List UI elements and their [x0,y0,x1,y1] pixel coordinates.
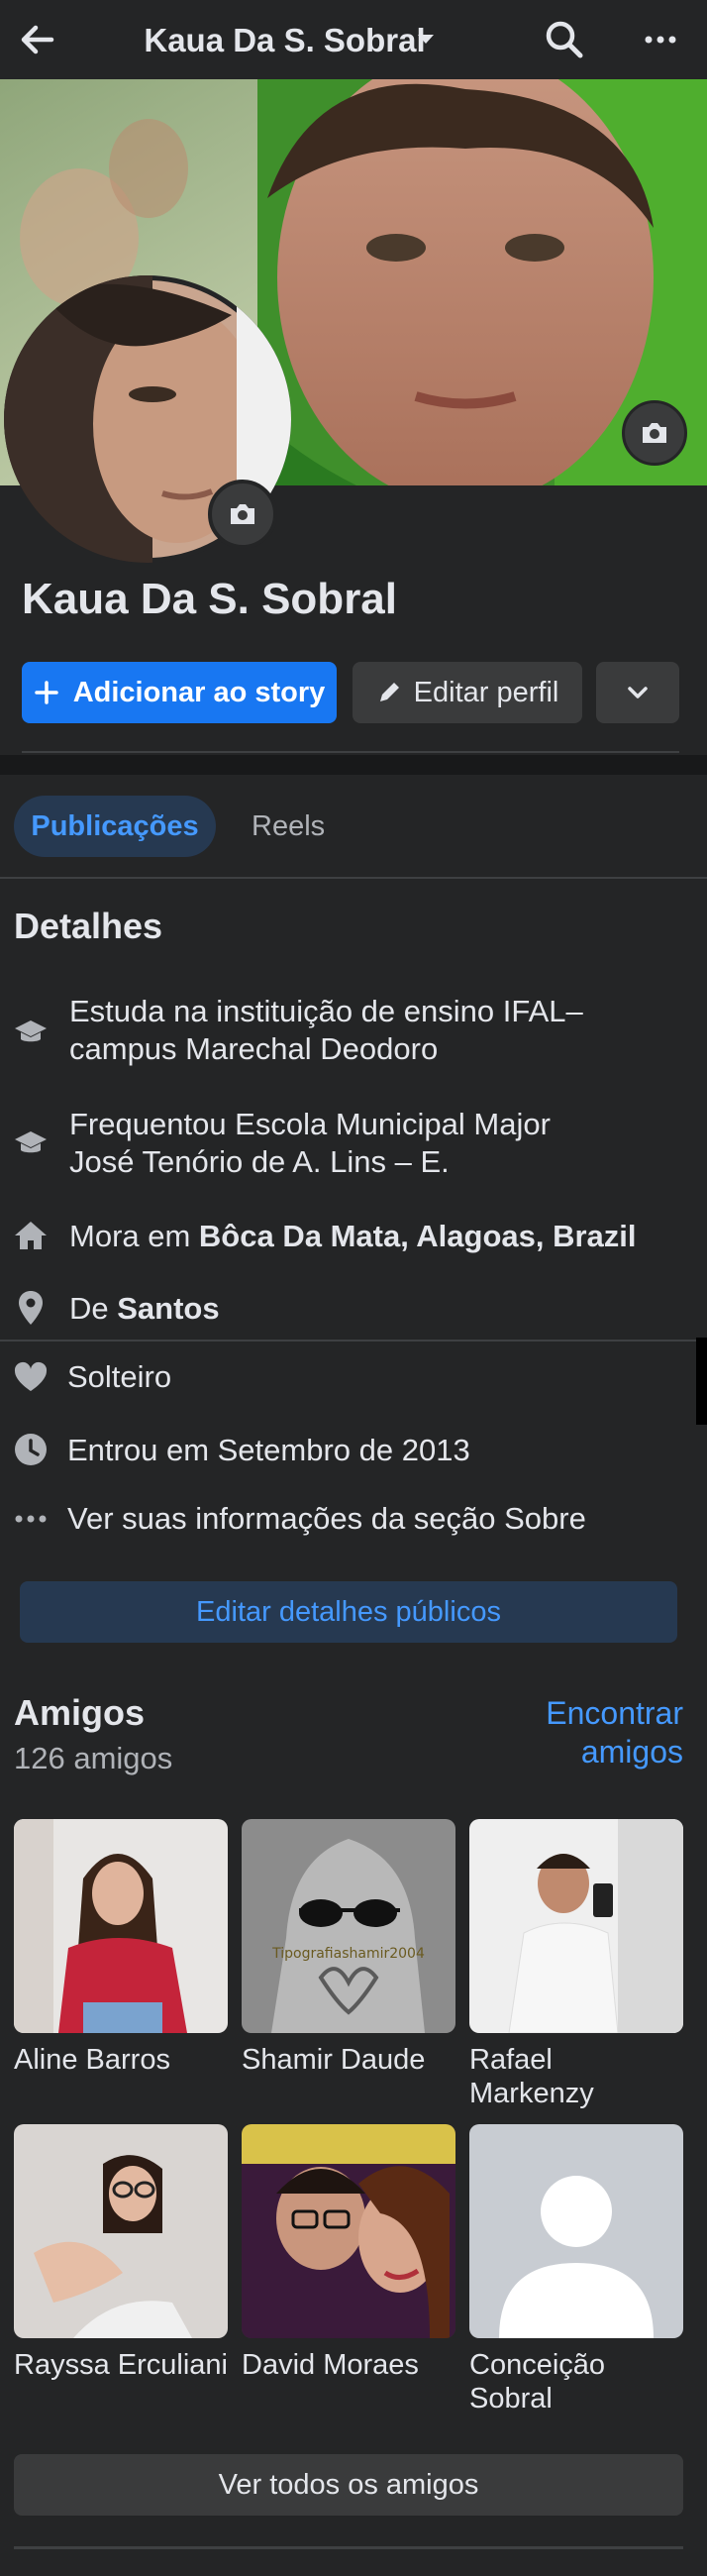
friend-name[interactable]: Rayssa Erculiani [14,2348,228,2382]
friend-card[interactable]: Rafael Markenzy [469,1819,683,2110]
detail-joined: Entrou em Setembro de 2013 [67,1433,470,1467]
friend-name[interactable]: David Moraes [242,2348,455,2382]
divider [0,1340,696,1342]
profile-more-button[interactable] [596,662,679,723]
detail-school: Frequentou Escola Municipal Major José T… [69,1107,551,1179]
chevron-down-icon [628,687,648,698]
find-friends-link[interactable]: Encontrar amigos [485,1694,683,1771]
camera-icon [231,504,254,524]
avatar-camera-button[interactable] [208,480,277,549]
friend-card[interactable]: Conceição Sobral [469,2124,683,2415]
pencil-icon [379,683,399,701]
divider [22,751,679,753]
friend-card[interactable]: Aline Barros [14,1819,228,2077]
friend-card[interactable]: Tipografiashamir2004 Shamir Daude [242,1819,455,2077]
friend-name[interactable]: Rafael Markenzy [469,2043,683,2110]
friend-card[interactable]: David Moraes [242,2124,455,2382]
photo-watermark-text: Tipografiashamir2004 [271,1946,425,1962]
house-icon [12,1217,50,1254]
ellipsis-icon [12,1500,50,1538]
edit-public-details-button[interactable]: Editar detalhes públicos [20,1581,677,1643]
search-icon[interactable] [543,18,586,61]
friend-name[interactable]: Aline Barros [14,2043,228,2077]
divider [14,2546,683,2549]
cover-camera-button[interactable] [622,400,687,466]
friends-heading: Amigos [14,1692,146,1733]
graduation-cap-icon [12,1013,50,1050]
detail-relationship: Solteiro [67,1359,172,1394]
heart-icon [12,1358,50,1396]
friend-photo[interactable] [14,2124,228,2338]
add-story-label: Adicionar ao story [72,676,326,708]
profile-name: Kaua Da S. Sobral [22,575,398,623]
top-bar: Kaua Da S. Sobral [0,0,707,79]
graduation-cap-icon [12,1124,50,1161]
edit-profile-button[interactable]: Editar perfil [353,662,582,723]
scroll-edge [696,1338,707,1425]
add-story-button[interactable]: Adicionar ao story [22,662,337,723]
more-options-icon[interactable] [639,20,682,59]
default-avatar-icon [469,2124,683,2338]
friend-name[interactable]: Conceição Sobral [469,2348,683,2415]
detail-lives-in: Mora em Bôca Da Mata, Alagoas, Brazil [69,1219,637,1253]
clock-icon [12,1431,50,1468]
chevron-down-icon[interactable] [416,33,436,52]
friend-photo[interactable] [469,1819,683,2033]
divider [0,877,707,879]
friend-photo[interactable] [469,2124,683,2338]
tab-reels[interactable]: Reels [252,810,325,843]
friend-name[interactable]: Shamir Daude [242,2043,455,2077]
camera-icon [643,423,666,443]
friend-photo[interactable]: Tipografiashamir2004 [242,1819,455,2033]
detail-from: De Santos [69,1291,220,1326]
see-all-friends-button[interactable]: Ver todos os amigos [14,2454,683,2516]
tab-publicacoes[interactable]: Publicações [14,796,216,857]
plus-icon [34,681,58,704]
friend-photo[interactable] [242,2124,455,2338]
detail-study: Estuda na instituição de ensino IFAL– ca… [69,994,583,1066]
location-pin-icon [12,1289,50,1327]
detail-see-about[interactable]: Ver suas informações da seção Sobre [67,1500,586,1538]
friend-photo[interactable] [14,1819,228,2033]
header-title[interactable]: Kaua Da S. Sobral [0,22,569,59]
edit-profile-label: Editar perfil [413,676,559,708]
section-band [0,755,707,775]
friends-count: 126 amigos [14,1741,173,1775]
friend-card[interactable]: Rayssa Erculiani [14,2124,228,2382]
details-heading: Detalhes [14,906,163,946]
